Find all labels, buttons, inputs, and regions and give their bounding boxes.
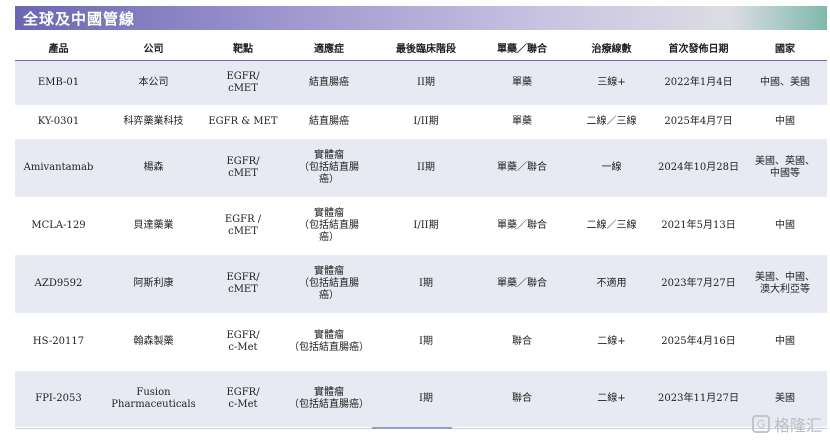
col-header-mode: 單藥／聯合 — [475, 34, 569, 61]
col-header-indication: 適應症 — [281, 34, 377, 61]
cell-indication: 實體瘤（包括結直腸癌） — [281, 370, 377, 427]
cell-mode: 單藥 — [475, 60, 569, 105]
cell-company: 本公司 — [102, 60, 205, 105]
cell-target: EGFR/cMET — [205, 254, 281, 313]
table-row: EMB-01 本公司 EGFR/cMET 結直腸癌 II期 單藥 三線+ 2022年1月4日中… — [15, 60, 827, 105]
table-row: Amivantamab 楊森 EGFR/cMET 實體瘤 （包括結直腸 癌） II期 單藥／聯… — [15, 138, 827, 197]
cell-indication: 結直腸癌 — [281, 60, 377, 105]
cell-indication: 實體瘤（包括結直腸癌） — [281, 196, 377, 255]
watermark-logo-icon: G — [751, 415, 770, 433]
cell-target: EGFR/c-Met — [205, 312, 281, 371]
cell-country: 美國、中國、 澳大利亞等 — [743, 254, 827, 313]
cell-company: 貝達藥業 — [102, 196, 205, 255]
cell-date: 2025年4月16日 — [654, 312, 743, 371]
cell-company: 科弈藥業科技 — [102, 104, 205, 139]
cell-stage: II期 — [377, 60, 475, 105]
cell-company: Fusion Pharmaceuticals — [102, 370, 205, 427]
cell-product: Amivantamab — [15, 138, 102, 197]
watermark-text: 格隆汇 — [773, 416, 822, 435]
cell-date: 2024年10月28日 — [654, 138, 743, 197]
cell-mode: 單藥／聯合 — [475, 196, 569, 255]
table-row: KY-0301 科弈藥業科技 EGFR & MET 結直腸癌 I/II期 單藥 二線／三線 2… — [15, 104, 827, 139]
title-banner: 全球及中國管線 — [15, 6, 827, 30]
header-row: 產品 公司 靶點 適應症 最後臨床階段 單藥／聯合 治療線數 首次發佈日期 國家 — [15, 34, 827, 61]
cell-line: 二線+ — [569, 370, 654, 427]
cell-company: 阿斯利康 — [102, 254, 205, 313]
cell-product: FPI-2053 — [15, 370, 102, 427]
cell-product: MCLA-129 — [15, 196, 102, 255]
col-header-company: 公司 — [102, 34, 205, 61]
cell-line: 三線+ — [569, 60, 654, 105]
cell-target: EGFR/cMET — [205, 138, 281, 197]
cell-date: 2022年1月4日 — [654, 60, 743, 105]
pipeline-table: 產品 公司 靶點 適應症 最後臨床階段 單藥／聯合 治療線數 首次發佈日期 國家… — [15, 34, 827, 427]
cell-line: 一線 — [569, 138, 654, 197]
cell-stage: I/II期 — [377, 196, 475, 255]
cell-mode: 單藥／聯合 — [475, 254, 569, 313]
col-header-product: 產品 — [15, 34, 102, 61]
cell-indication: 實體瘤（包括結直腸癌） — [281, 254, 377, 313]
col-header-country: 國家 — [743, 34, 827, 61]
cell-target: EGFR/c-Met — [205, 370, 281, 427]
cell-line: 二線／三線 — [569, 104, 654, 139]
watermark: G 格隆汇 — [751, 412, 822, 436]
cell-stage: I/II期 — [377, 104, 475, 139]
cell-product: KY-0301 — [15, 104, 102, 139]
cell-indication: 實體瘤（包括結直腸癌） — [281, 312, 377, 371]
cell-target: EGFR / cMET — [205, 196, 281, 255]
cell-date: 2021年5月13日 — [654, 196, 743, 255]
cell-product: AZD9592 — [15, 254, 102, 313]
cell-date: 2025年4月7日 — [654, 104, 743, 139]
cell-indication: 結直腸癌 — [281, 104, 377, 139]
cell-target: EGFR & MET — [205, 104, 281, 139]
cell-indication: 實體瘤（包括結直腸癌） — [281, 138, 377, 197]
col-header-line: 治療線數 — [569, 34, 654, 61]
table-row: AZD9592 阿斯利康 EGFR/cMET 實體瘤 （包括結直腸 癌） I期 單藥／聯合 不適… — [15, 254, 827, 313]
cell-date: 2023年11月27日 — [654, 370, 743, 427]
cell-country: 中國 — [743, 312, 827, 371]
cell-mode: 聯合 — [475, 370, 569, 427]
table-row: MCLA-129 貝達藥業 EGFR / cMET 實體瘤 （包括結直腸 癌） I/II期 單藥… — [15, 196, 827, 255]
cell-company: 翰森製藥 — [102, 312, 205, 371]
cell-mode: 聯合 — [475, 312, 569, 371]
cell-mode: 單藥 — [475, 104, 569, 139]
cell-stage: I期 — [377, 370, 475, 427]
table-row: FPI-2053 Fusion Pharmaceuticals EGFR/c-Met 實… — [15, 370, 827, 427]
cell-product: HS-20117 — [15, 312, 102, 371]
col-header-target: 靶點 — [205, 34, 281, 61]
cell-country: 中國 — [743, 196, 827, 255]
cell-line: 二線／三線 — [569, 196, 654, 255]
bottom-accent — [372, 427, 452, 429]
cell-line: 二線+ — [569, 312, 654, 371]
cell-stage: I期 — [377, 254, 475, 313]
cell-country: 中國、美國 — [743, 60, 827, 105]
cell-company: 楊森 — [102, 138, 205, 197]
table-row: HS-20117 翰森製藥 EGFR/c-Met 實體瘤 （包括結直腸癌） I期 聯合 二線+… — [15, 312, 827, 371]
cell-line: 不適用 — [569, 254, 654, 313]
cell-product: EMB-01 — [15, 60, 102, 105]
cell-stage: I期 — [377, 312, 475, 371]
table-title: 全球及中國管線 — [23, 10, 136, 28]
cell-country: 美國、英國、 中國等 — [743, 138, 827, 197]
cell-target: EGFR/cMET — [205, 60, 281, 105]
col-header-date: 首次發佈日期 — [654, 34, 743, 61]
cell-mode: 單藥／聯合 — [475, 138, 569, 197]
col-header-stage: 最後臨床階段 — [377, 34, 475, 61]
cell-date: 2023年7月27日 — [654, 254, 743, 313]
cell-stage: II期 — [377, 138, 475, 197]
cell-country: 中國 — [743, 104, 827, 139]
